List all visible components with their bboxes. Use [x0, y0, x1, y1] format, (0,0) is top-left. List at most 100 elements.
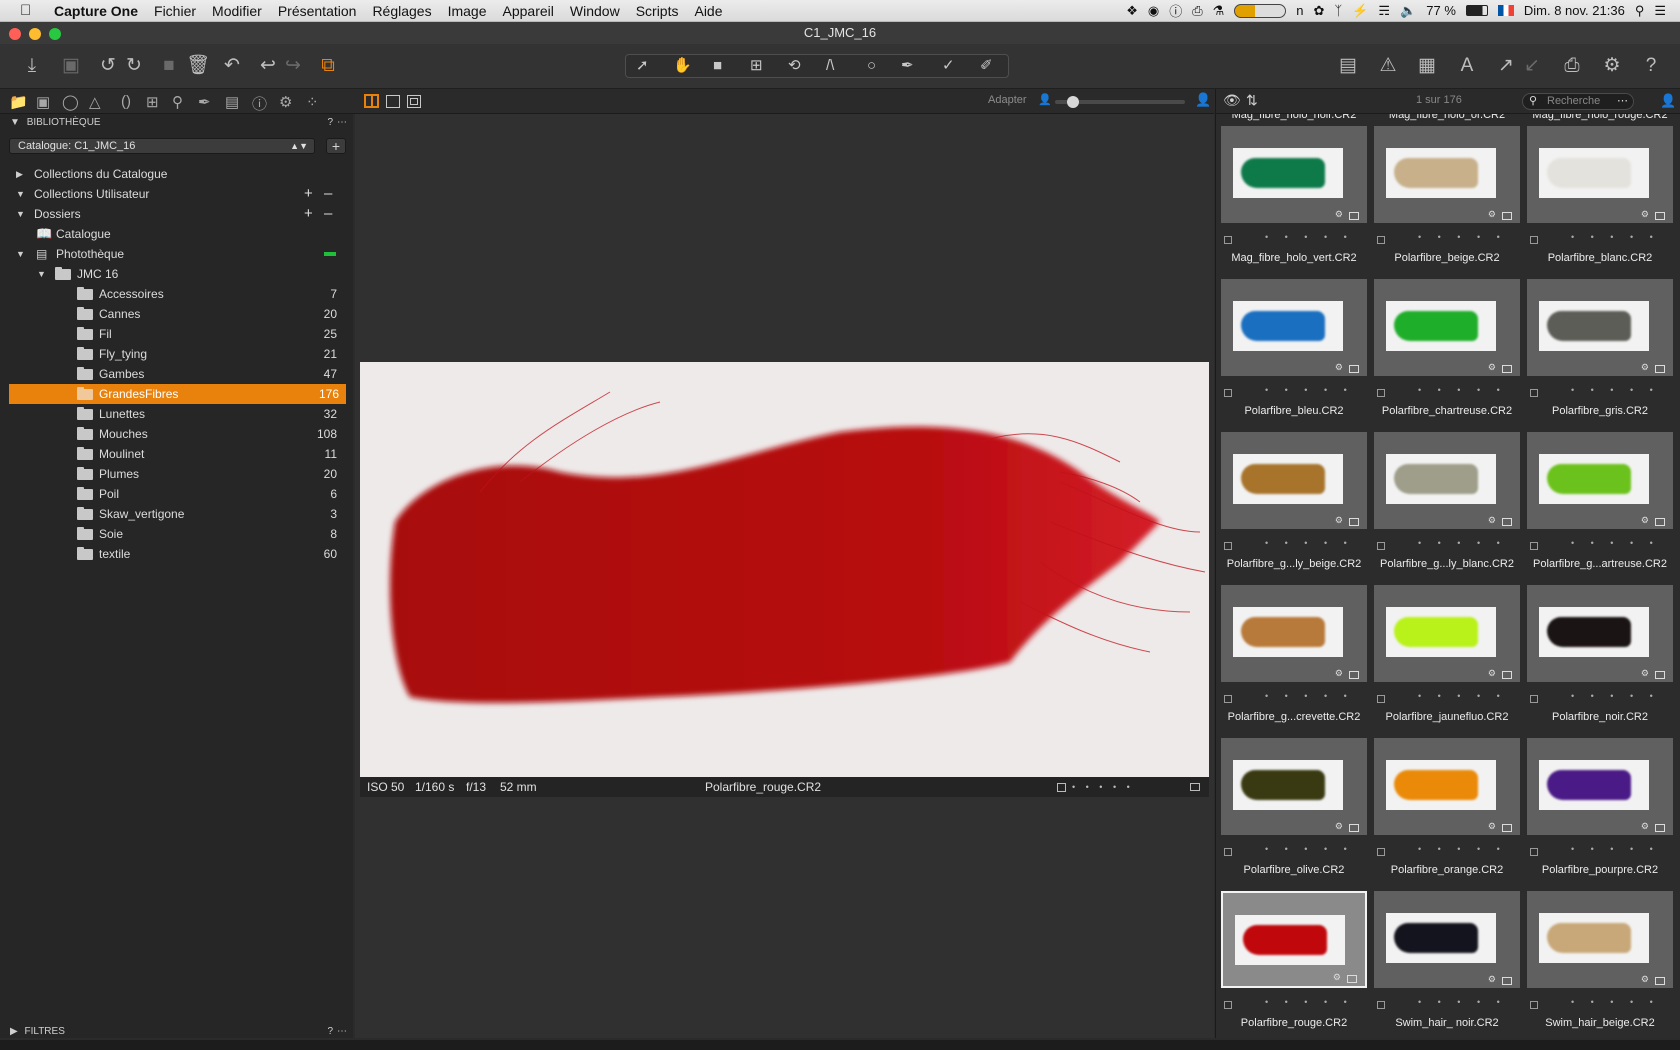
thumbnail-cell[interactable]: ⚙ • • • • • Polarfibre_noir.CR2 [1525, 585, 1675, 730]
keystone-cursor-icon[interactable]: /\ [826, 55, 834, 77]
tag-checkbox[interactable] [1530, 389, 1538, 397]
help-icon[interactable]: ? [1639, 54, 1663, 78]
thumbnail-image[interactable]: ⚙ [1374, 279, 1520, 376]
thumbnail-cell[interactable]: ⚙ • • • • • Polarfibre_g...crevette.CR2 [1219, 585, 1369, 730]
multi-view-icon[interactable] [364, 94, 379, 108]
evernote-icon[interactable]: ✿ [1314, 3, 1325, 19]
rating-stars[interactable]: • • • • • [1571, 691, 1660, 701]
thumbnail-image[interactable]: ⚙ [1374, 891, 1520, 988]
paste-adjustments-icon[interactable]: ↙ [1520, 54, 1544, 78]
adjusted-gear-icon[interactable]: ⚙ [1488, 668, 1496, 679]
rotate-cursor-icon[interactable]: ⟲ [788, 55, 801, 77]
thumbnail-image[interactable]: ⚙ [1221, 126, 1367, 223]
folder-item-cannes[interactable]: Cannes 20 [0, 304, 353, 324]
menu-scripts[interactable]: Scripts [636, 3, 679, 19]
clock[interactable]: Dim. 8 nov. 21:36 [1524, 3, 1625, 18]
thumbnail-cell[interactable]: ⚙ • • • • • Polarfibre_bleu.CR2 [1219, 279, 1369, 424]
zoom-out-icon[interactable]: 👤 [1038, 93, 1052, 106]
expand-triangle-icon[interactable]: ▶ [16, 164, 23, 184]
tag-checkbox[interactable] [1224, 542, 1232, 550]
tag-checkbox[interactable] [1057, 783, 1066, 792]
composition-tab-icon[interactable]: ⊞ [146, 93, 159, 111]
flag-fr-icon[interactable] [1497, 5, 1514, 16]
rating-stars[interactable]: • • • • • [1571, 844, 1660, 854]
thumbnail-image[interactable]: ⚙ [1221, 585, 1367, 682]
rating-stars[interactable]: • • • • • [1418, 844, 1507, 854]
tree-collections-catalog[interactable]: ▶ Collections du Catalogue [0, 164, 353, 184]
metadata-icon[interactable] [1502, 365, 1512, 373]
adjusted-gear-icon[interactable]: ⚙ [1488, 515, 1496, 526]
folder-item-accessoires[interactable]: Accessoires 7 [0, 284, 353, 304]
folder-item-plumes[interactable]: Plumes 20 [0, 464, 353, 484]
metadata-icon[interactable] [1502, 977, 1512, 985]
help-mark[interactable]: ? [327, 114, 333, 131]
adjusted-gear-icon[interactable]: ⚙ [1641, 515, 1649, 526]
adjusted-gear-icon[interactable]: ⚙ [1335, 668, 1343, 679]
flask-icon[interactable]: ⚗ [1213, 3, 1225, 19]
thumbnail-cell[interactable]: ⚙ • • • • • Polarfibre_gris.CR2 [1525, 279, 1675, 424]
help-mark[interactable]: ? [327, 1023, 333, 1040]
thumbnail-cell[interactable]: ⚙ • • • • • Swim_hair_beige.CR2 [1525, 891, 1675, 1036]
lens-tab-icon[interactable]: () [121, 93, 131, 110]
rating-stars[interactable]: • • • • • [1418, 232, 1507, 242]
folder-item-textile[interactable]: textile 60 [0, 544, 353, 564]
thumbnail-image[interactable]: ⚙ [1374, 432, 1520, 529]
thumbnail-image[interactable]: ⚙ [1527, 126, 1673, 223]
wifi-icon[interactable]: ☴ [1378, 3, 1390, 19]
thumbnail-cell[interactable]: ⚙ • • • • • Polarfibre_blanc.CR2 [1525, 126, 1675, 271]
catalog-select[interactable]: Catalogue: C1_JMC_16 ▲▼ [9, 138, 315, 154]
adjusted-gear-icon[interactable]: ⚙ [1641, 974, 1649, 985]
select-cursor-icon[interactable]: ➚ [636, 55, 649, 77]
brush-cursor-icon[interactable]: ✒ [901, 55, 914, 77]
rating-stars[interactable]: • • • • • [1265, 538, 1354, 548]
tag-checkbox[interactable] [1224, 848, 1232, 856]
close-window-button[interactable] [9, 28, 21, 40]
metadata-icon[interactable] [1349, 212, 1359, 220]
rating-stars[interactable]: • • • • • [1265, 385, 1354, 395]
thumbnail-image[interactable]: ⚙ [1374, 738, 1520, 835]
adjusted-gear-icon[interactable]: ⚙ [1641, 821, 1649, 832]
more-icon[interactable]: ⋯ [337, 114, 347, 131]
menu-window[interactable]: Window [570, 3, 620, 19]
folder-item-poil[interactable]: Poil 6 [0, 484, 353, 504]
bluetooth-icon[interactable]: ᛉ [1334, 3, 1342, 18]
tree-jmc16[interactable]: ▼ JMC 16 [0, 264, 353, 284]
folder-item-grandesfibres[interactable]: GrandesFibres 176 [9, 384, 346, 404]
rating-stars[interactable]: • • • • • [1571, 538, 1660, 548]
rating-stars[interactable]: • • • • • [1571, 385, 1660, 395]
bolt-icon[interactable]: ⚡ [1352, 3, 1368, 19]
metadata-icon[interactable] [1655, 977, 1665, 985]
rotate-left-icon[interactable]: ↺ [96, 54, 120, 78]
metadata-icon[interactable] [1502, 671, 1512, 679]
rating-stars[interactable]: • • • • • [1418, 385, 1507, 395]
rating-stars[interactable]: • • • • • [1265, 997, 1354, 1007]
search-input[interactable]: ⚲ Recherche ⋯ [1522, 93, 1634, 110]
folder-item-soie[interactable]: Soie 8 [0, 524, 353, 544]
apple-icon[interactable]:  [20, 2, 40, 19]
memory-meter-icon[interactable] [1234, 3, 1287, 18]
rating-stars[interactable]: • • • • • [1265, 844, 1354, 854]
volume-icon[interactable]: 🔈 [1400, 3, 1416, 19]
rotate-right-icon[interactable]: ↻ [122, 54, 146, 78]
tag-checkbox[interactable] [1530, 695, 1538, 703]
rating-stars[interactable]: • • • • • [1265, 691, 1354, 701]
sort-icon[interactable]: ⇅ [1246, 92, 1258, 109]
thumbnail-image[interactable]: ⚙ [1374, 585, 1520, 682]
menu-aide[interactable]: Aide [694, 3, 722, 19]
collapse-triangle-icon[interactable]: ▼ [16, 244, 25, 264]
thumbnail-image[interactable]: ⚙ [1221, 432, 1367, 529]
tag-checkbox[interactable] [1377, 695, 1385, 703]
import-icon[interactable]: ⤓ [20, 54, 44, 78]
adjustments-tab-icon[interactable]: ▤ [225, 93, 239, 111]
tree-dossiers[interactable]: ▼ Dossiers + – [0, 204, 353, 224]
tag-checkbox[interactable] [1377, 389, 1385, 397]
local-adjust-tab-icon[interactable]: ✒ [198, 93, 211, 111]
search-options-icon[interactable]: ⋯ [1617, 94, 1628, 109]
folder-item-moulinet[interactable]: Moulinet 11 [0, 444, 353, 464]
adjusted-gear-icon[interactable]: ⚙ [1335, 209, 1343, 220]
rating-stars[interactable]: • • • • • [1418, 691, 1507, 701]
output-tab-icon[interactable]: ⚙ [279, 93, 292, 111]
trash-icon[interactable]: 🗑 [186, 54, 210, 78]
metadata-icon[interactable] [1655, 365, 1665, 373]
zoom-slider[interactable] [1055, 96, 1185, 108]
